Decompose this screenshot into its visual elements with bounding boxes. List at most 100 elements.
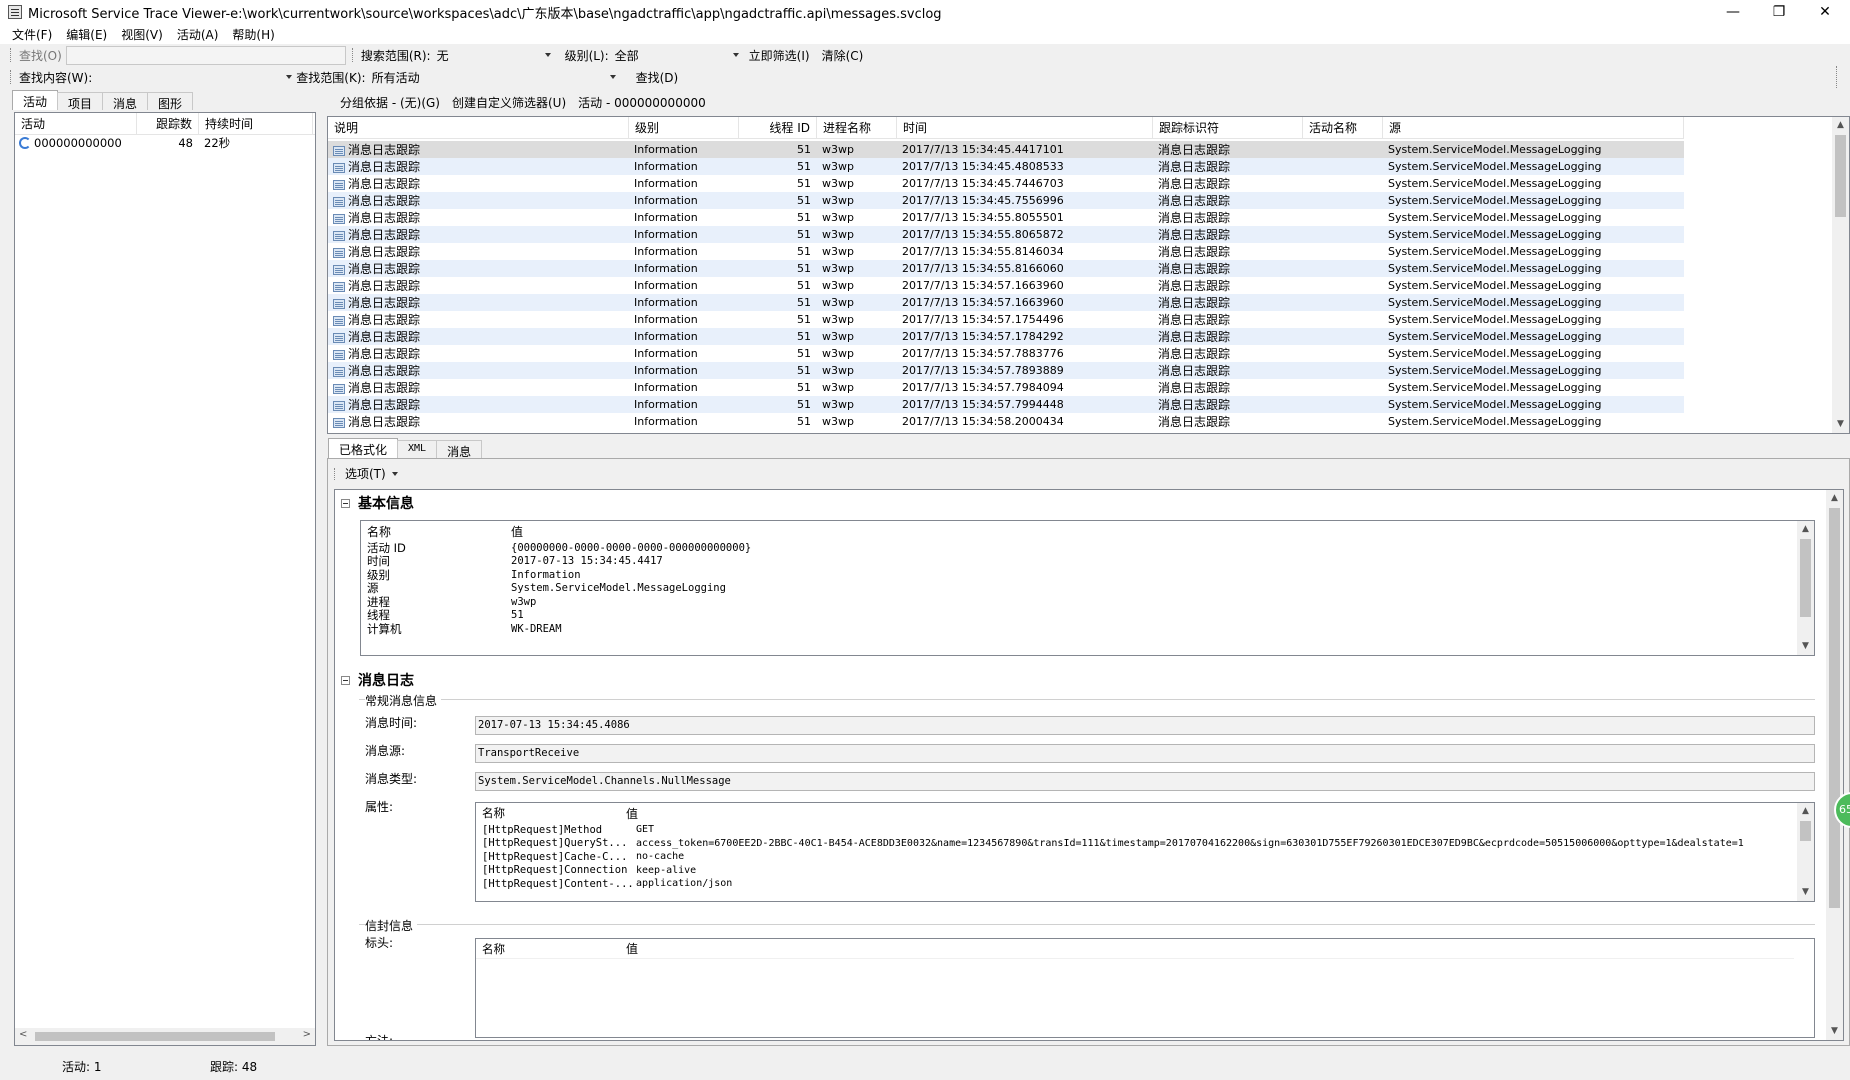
property-row[interactable]: [HttpRequest]Connection keep-alive [476,864,1794,878]
col-trace-id[interactable]: 跟踪标识符 [1153,116,1303,139]
trace-row[interactable]: 消息日志跟踪 Information 51 w3wp 2017/7/13 15:34:4… [328,158,1684,175]
basic-info-row[interactable]: 源 System.ServiceModel.MessageLogging [361,581,1814,595]
props-vscroll[interactable]: ▲ ▼ [1797,803,1814,901]
basic-info-row[interactable]: 级别 Information [361,568,1814,582]
tab-formatted[interactable]: 已格式化 [328,438,399,458]
close-button[interactable]: ✕ [1802,0,1848,24]
vscroll-thumb[interactable] [1835,135,1846,217]
vscroll-thumb[interactable] [1829,508,1840,908]
property-row[interactable]: [HttpRequest]Content-... application/json [476,877,1794,891]
col-time[interactable]: 时间 [897,116,1153,139]
trace-row[interactable]: 消息日志跟踪 Information 51 w3wp 2017/7/13 15:34:5… [328,345,1684,362]
vscroll-thumb[interactable] [1800,539,1811,617]
basic-info-row[interactable]: 线程 51 [361,608,1814,622]
tab-project[interactable]: 项目 [57,92,104,111]
toolbar-grip[interactable] [10,48,13,62]
chevron-up-icon[interactable]: ▲ [1826,490,1843,507]
chevron-down-icon[interactable]: ▼ [1826,1023,1843,1040]
collapse-icon[interactable] [341,675,350,685]
trace-vscroll[interactable]: ▲ ▼ [1832,117,1849,433]
activity-row[interactable]: 000000000000 48 22秒 [15,135,315,151]
find-input[interactable] [65,45,346,65]
trace-row[interactable]: 消息日志跟踪 Information 51 w3wp 2017/7/13 15:34:5… [328,209,1684,226]
tab-xml[interactable]: XML [397,440,438,458]
find-scope-select[interactable]: 所有活动 [370,68,620,87]
basic-info-row[interactable]: 计算机 WK-DREAM [361,622,1814,636]
level-select[interactable]: 全部 [613,46,743,65]
trace-row[interactable]: 消息日志跟踪 Information 51 w3wp 2017/7/13 15:34:5… [328,226,1684,243]
find-button[interactable]: 查找(D) [630,69,685,86]
chevron-right-icon[interactable]: > [303,1029,311,1040]
chevron-up-icon[interactable]: ▲ [1797,521,1814,538]
chevron-left-icon[interactable]: < [19,1029,27,1040]
trace-row[interactable]: 消息日志跟踪 Information 51 w3wp 2017/7/13 15:34:5… [328,260,1684,277]
trace-row[interactable]: 消息日志跟踪 Information 51 w3wp 2017/7/13 15:34:4… [328,192,1684,209]
activity-hscroll[interactable]: < > [15,1028,315,1045]
col-process-name[interactable]: 进程名称 [817,116,897,139]
collapse-icon[interactable] [341,498,350,508]
trace-row[interactable]: 消息日志跟踪 Information 51 w3wp 2017/7/13 15:34:5… [328,277,1684,294]
property-row[interactable]: [HttpRequest]Cache-C... no-cache [476,850,1794,864]
trace-row[interactable]: 消息日志跟踪 Information 51 w3wp 2017/7/13 15:34:5… [328,396,1684,413]
chevron-down-icon[interactable]: ▼ [1797,638,1814,655]
basic-vscroll[interactable]: ▲ ▼ [1797,521,1814,655]
col-description[interactable]: 说明 [328,116,629,139]
message-log-section[interactable]: 消息日志 [341,670,414,690]
trace-description: 消息日志跟踪 [348,143,421,157]
chevron-down-icon[interactable]: ▼ [1797,884,1814,901]
trace-row[interactable]: 消息日志跟踪 Information 51 w3wp 2017/7/13 15:34:4… [328,175,1684,192]
filter-now-button[interactable]: 立即筛选(I) [743,47,816,64]
menu-activity[interactable]: 活动(A) [177,26,219,43]
toolbar-grip-2[interactable] [351,48,355,62]
trace-row[interactable]: 消息日志跟踪 Information 51 w3wp 2017/7/13 15:34:5… [328,413,1684,430]
trace-row[interactable]: 消息日志跟踪 Information 51 w3wp 2017/7/13 15:34:5… [328,379,1684,396]
col-level[interactable]: 级别 [629,116,739,139]
trace-row[interactable]: 消息日志跟踪 Information 51 w3wp 2017/7/13 15:34:4… [328,141,1684,158]
msg-type-field[interactable]: System.ServiceModel.Channels.NullMessage [475,772,1815,791]
chevron-down-icon[interactable]: ▼ [1832,416,1849,433]
tab-message[interactable]: 消息 [102,92,149,111]
basic-info-row[interactable]: 进程 w3wp [361,595,1814,609]
trace-row[interactable]: 消息日志跟踪 Information 51 w3wp 2017/7/13 15:34:5… [328,362,1684,379]
basic-info-section[interactable]: 基本信息 [341,493,414,513]
vscroll-thumb[interactable] [1800,821,1811,841]
menu-file[interactable]: 文件(F) [12,26,52,43]
custom-filter-button[interactable]: 创建自定义筛选器(U) [446,94,572,111]
hscroll-thumb[interactable] [35,1032,275,1041]
tab-activity[interactable]: 活动 [12,90,59,110]
trace-row[interactable]: 消息日志跟踪 Information 51 w3wp 2017/7/13 15:34:5… [328,294,1684,311]
search-scope-value: 无 [436,48,449,63]
find-content-input[interactable] [96,68,296,87]
msg-time-field[interactable]: 2017-07-13 15:34:45.4086 [475,716,1815,735]
col-activity[interactable]: 活动 [15,112,137,135]
col-thread-id[interactable]: 线程 ID [739,116,817,139]
menu-edit[interactable]: 编辑(E) [66,26,107,43]
trace-row[interactable]: 消息日志跟踪 Information 51 w3wp 2017/7/13 15:34:5… [328,311,1684,328]
clear-button[interactable]: 清除(C) [816,47,870,64]
options-button[interactable]: 选项(T) [345,465,386,482]
basic-info-row[interactable]: 时间 2017-07-13 15:34:45.4417 [361,554,1814,568]
search-scope-select[interactable]: 无 [435,46,555,65]
col-source[interactable]: 源 [1383,116,1684,139]
col-activity-name[interactable]: 活动名称 [1303,116,1383,139]
trace-row[interactable]: 消息日志跟踪 Information 51 w3wp 2017/7/13 15:34:5… [328,243,1684,260]
col-duration[interactable]: 持续时间 [199,112,313,135]
msg-source-field[interactable]: TransportReceive [475,744,1815,763]
basic-info-row[interactable]: 活动 ID {00000000-0000-0000-0000-0000000000… [361,541,1814,555]
menu-help[interactable]: 帮助(H) [232,26,274,43]
toolbar-overflow[interactable] [1836,66,1840,88]
trace-row[interactable]: 消息日志跟踪 Information 51 w3wp 2017/7/13 15:34:5… [328,328,1684,345]
property-row[interactable]: [HttpRequest]Method GET [476,823,1794,837]
property-row[interactable]: [HttpRequest]QuerySt... access_token=6700… [476,837,1794,851]
chevron-up-icon[interactable]: ▲ [1832,117,1849,134]
tab-detail-message[interactable]: 消息 [436,440,483,459]
restore-button[interactable]: ❐ [1756,0,1802,24]
tab-graph[interactable]: 图形 [147,92,194,111]
col-count[interactable]: 跟踪数 [137,112,199,135]
detail-vscroll[interactable]: ▲ ▼ [1826,490,1843,1040]
group-by-button[interactable]: 分组依据 - (无)(G) [330,94,446,111]
minimize-button[interactable]: — [1710,0,1756,24]
toolbar-grip-3[interactable] [10,70,13,84]
chevron-up-icon[interactable]: ▲ [1797,803,1814,820]
menu-view[interactable]: 视图(V) [121,26,163,43]
